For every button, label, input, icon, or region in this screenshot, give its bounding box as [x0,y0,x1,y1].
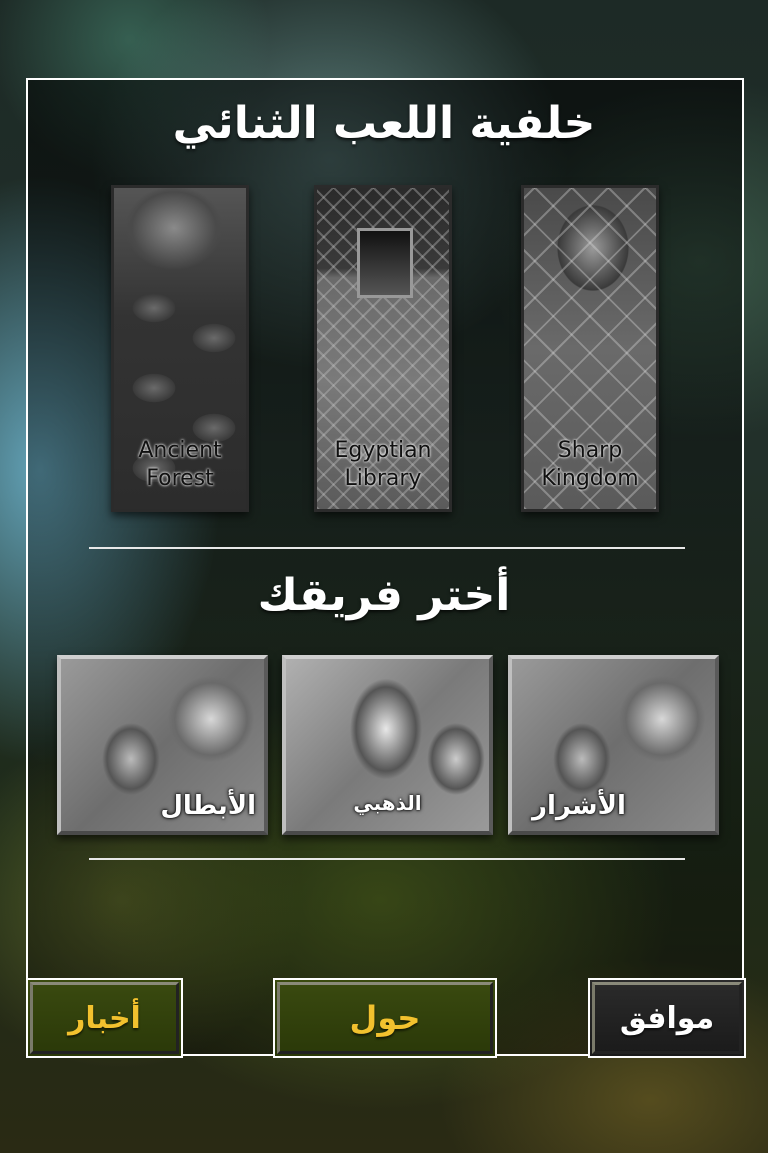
team-card-label: الأشرار [532,791,626,821]
background-label-line1: Sharp [557,438,623,463]
background-label-line2: Library [344,466,422,491]
section-divider [89,858,685,860]
doorway-decoration [357,228,413,298]
news-button-label: أخبار [68,1000,141,1036]
ok-button[interactable]: موافق [588,978,746,1058]
about-button-label: حول [349,999,421,1037]
team-card-golden[interactable]: الذهبي [282,655,493,835]
background-label-line2: Forest [146,466,214,491]
background-label-line1: Egyptian [334,438,432,463]
team-card-heroes[interactable]: الأبطال [57,655,268,835]
background-card-ancient-forest[interactable]: Ancient Forest [111,185,249,512]
background-card-label: Egyptian Library [317,437,449,493]
team-card-label: الأبطال [160,791,256,821]
background-card-label: Sharp Kingdom [524,437,656,493]
about-button[interactable]: حول [273,978,497,1058]
background-label-line2: Kingdom [541,466,639,491]
background-card-egyptian-library[interactable]: Egyptian Library [314,185,452,512]
news-button[interactable]: أخبار [26,978,183,1058]
team-card-villains[interactable]: الأشرار [508,655,719,835]
background-section-title: خلفية اللعب الثنائي [172,98,596,149]
ok-button-label: موافق [619,1000,715,1036]
team-section-title: أختر فريقك [257,570,511,621]
background-card-sharp-kingdom[interactable]: Sharp Kingdom [521,185,659,512]
team-card-label: الذهبي [353,791,422,815]
section-divider [89,547,685,549]
background-label-line1: Ancient [138,438,222,463]
background-card-label: Ancient Forest [114,437,246,493]
